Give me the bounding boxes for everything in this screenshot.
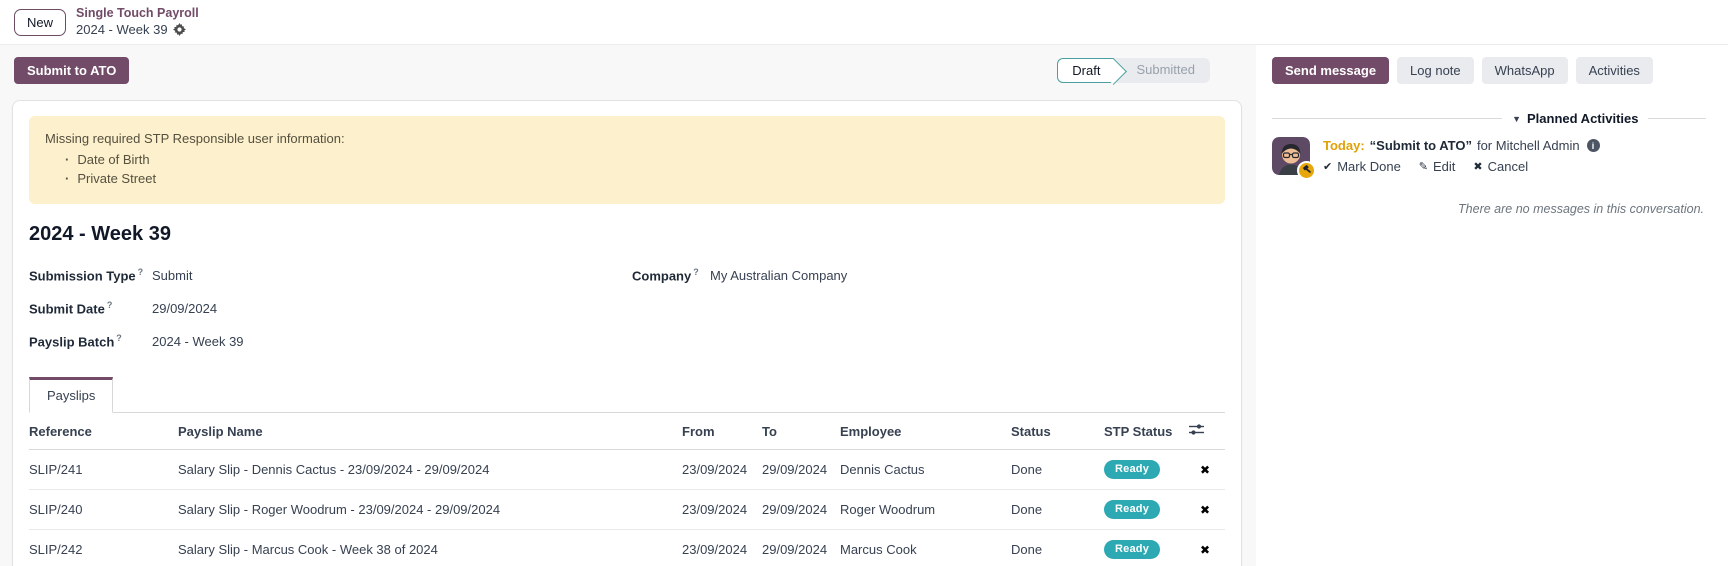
send-message-button[interactable]: Send message <box>1272 57 1389 84</box>
field-company: Company? My Australian Company <box>632 267 1225 283</box>
cell-to[interactable]: 29/09/2024 <box>758 530 836 566</box>
bullet-icon: · <box>65 150 69 170</box>
payslips-table: Reference Payslip Name From To Employee … <box>29 413 1225 566</box>
chevron-down-icon: ▼ <box>1512 114 1521 124</box>
tab-strip: Payslips <box>29 377 1225 413</box>
cell-reference[interactable]: SLIP/241 <box>29 450 174 490</box>
activity-summary: “Submit to ATO” <box>1370 138 1472 153</box>
submission-type-value[interactable]: Submit <box>152 268 192 283</box>
planned-activities-title: Planned Activities <box>1527 111 1639 126</box>
stp-status-badge: Ready <box>1104 500 1160 519</box>
cell-status[interactable]: Done <box>1007 450 1100 490</box>
col-header-status: Status <box>1007 413 1100 450</box>
cell-payslip-name[interactable]: Salary Slip - Roger Woodrum - 23/09/2024… <box>174 490 678 530</box>
statusbar-step-submitted[interactable]: Submitted <box>1114 58 1210 83</box>
info-icon[interactable]: i <box>1587 139 1600 152</box>
gavel-icon <box>1301 165 1312 176</box>
field-payslip-batch: Payslip Batch? 2024 - Week 39 <box>29 333 627 349</box>
cell-payslip-name[interactable]: Salary Slip - Marcus Cook - Week 38 of 2… <box>174 530 678 566</box>
cell-from[interactable]: 23/09/2024 <box>678 530 758 566</box>
cell-reference[interactable]: SLIP/240 <box>29 490 174 530</box>
delete-row-icon[interactable]: ✖ <box>1200 503 1210 517</box>
optional-columns-icon[interactable] <box>1189 423 1204 439</box>
bullet-icon: · <box>65 169 69 189</box>
mark-done-button[interactable]: ✔ Mark Done <box>1323 159 1401 174</box>
empty-conversation-message: There are no messages in this conversati… <box>1272 202 1706 216</box>
new-button[interactable]: New <box>14 9 66 36</box>
table-row[interactable]: SLIP/240 Salary Slip - Roger Woodrum - 2… <box>29 490 1225 530</box>
activity-type-badge <box>1297 161 1316 180</box>
form-pane: Submit to ATO Draft Submitted Missing re… <box>0 45 1256 566</box>
stp-status-badge: Ready <box>1104 540 1160 559</box>
submit-date-value[interactable]: 29/09/2024 <box>152 301 217 316</box>
check-icon: ✔ <box>1323 160 1332 173</box>
action-bar: Submit to ATO Draft Submitted <box>0 45 1256 100</box>
field-submission-type: Submission Type? Submit <box>29 267 627 283</box>
col-header-employee: Employee <box>836 413 1007 450</box>
whatsapp-button[interactable]: WhatsApp <box>1482 57 1568 84</box>
col-header-from: From <box>678 413 758 450</box>
activity-assignee: for Mitchell Admin <box>1477 138 1580 153</box>
field-grid: Submission Type? Submit Submit Date? 29/… <box>29 267 1225 367</box>
cell-to[interactable]: 29/09/2024 <box>758 490 836 530</box>
stp-status-badge: Ready <box>1104 460 1160 479</box>
cell-status[interactable]: Done <box>1007 530 1100 566</box>
chatter-panel: Send message Log note WhatsApp Activitie… <box>1256 45 1728 566</box>
cell-employee[interactable]: Roger Woodrum <box>836 490 1007 530</box>
cancel-icon: ✖ <box>1473 160 1482 173</box>
col-header-payslip-name: Payslip Name <box>174 413 678 450</box>
cell-status[interactable]: Done <box>1007 490 1100 530</box>
col-header-reference: Reference <box>29 413 174 450</box>
delete-row-icon[interactable]: ✖ <box>1200 463 1210 477</box>
tab-payslips[interactable]: Payslips <box>29 377 113 413</box>
table-row[interactable]: SLIP/241 Salary Slip - Dennis Cactus - 2… <box>29 450 1225 490</box>
warning-alert: Missing required STP Responsible user in… <box>29 116 1225 204</box>
cell-from[interactable]: 23/09/2024 <box>678 490 758 530</box>
log-note-button[interactable]: Log note <box>1397 57 1474 84</box>
planned-activities-toggle[interactable]: ▼ Planned Activities <box>1272 111 1706 126</box>
breadcrumb: Single Touch Payroll 2024 - Week 39 <box>76 6 199 38</box>
divider <box>1272 118 1502 119</box>
activities-button[interactable]: Activities <box>1576 57 1653 84</box>
payslip-batch-value[interactable]: 2024 - Week 39 <box>152 334 244 349</box>
cell-to[interactable]: 29/09/2024 <box>758 450 836 490</box>
help-marker: ? <box>693 267 699 277</box>
cell-employee[interactable]: Dennis Cactus <box>836 450 1007 490</box>
activity-due-label: Today: <box>1323 138 1365 153</box>
edit-activity-button[interactable]: ✎ Edit <box>1419 159 1456 174</box>
help-marker: ? <box>116 333 122 343</box>
delete-row-icon[interactable]: ✖ <box>1200 543 1210 557</box>
statusbar: Draft Submitted <box>1057 58 1210 83</box>
warning-item: · Private Street <box>65 169 1209 189</box>
statusbar-step-draft[interactable]: Draft <box>1057 58 1114 83</box>
warning-title: Missing required STP Responsible user in… <box>45 129 1209 149</box>
table-row[interactable]: SLIP/242 Salary Slip - Marcus Cook - Wee… <box>29 530 1225 566</box>
page-title: 2024 - Week 39 <box>29 223 1225 246</box>
cell-from[interactable]: 23/09/2024 <box>678 450 758 490</box>
field-submit-date: Submit Date? 29/09/2024 <box>29 300 627 316</box>
cell-payslip-name[interactable]: Salary Slip - Dennis Cactus - 23/09/2024… <box>174 450 678 490</box>
table-header-row: Reference Payslip Name From To Employee … <box>29 413 1225 450</box>
gear-icon[interactable] <box>173 23 186 36</box>
help-marker: ? <box>107 300 113 310</box>
cancel-activity-button[interactable]: ✖ Cancel <box>1473 159 1528 174</box>
col-header-stp-status: STP Status <box>1100 413 1185 450</box>
breadcrumb-app-link[interactable]: Single Touch Payroll <box>76 6 199 22</box>
submit-to-ato-button[interactable]: Submit to ATO <box>14 57 129 84</box>
pencil-icon: ✎ <box>1419 160 1428 173</box>
activity-item: Today: “Submit to ATO” for Mitchell Admi… <box>1272 137 1706 175</box>
warning-item: · Date of Birth <box>65 150 1209 170</box>
divider <box>1648 118 1706 119</box>
breadcrumb-record-name: 2024 - Week 39 <box>76 22 168 38</box>
cell-reference[interactable]: SLIP/242 <box>29 530 174 566</box>
company-value[interactable]: My Australian Company <box>710 268 847 283</box>
cell-employee[interactable]: Marcus Cook <box>836 530 1007 566</box>
col-header-to: To <box>758 413 836 450</box>
form-sheet: Missing required STP Responsible user in… <box>12 100 1242 566</box>
help-marker: ? <box>138 267 144 277</box>
breadcrumb-bar: New Single Touch Payroll 2024 - Week 39 <box>0 0 1728 45</box>
